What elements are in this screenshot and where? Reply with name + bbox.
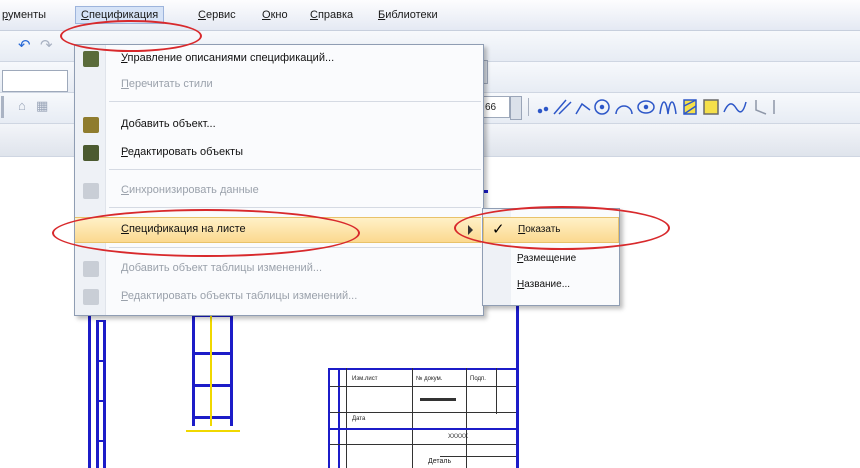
hatch-icon [683, 99, 697, 115]
menu-item-reread-styles: Перечитать стили [121, 78, 213, 90]
menu-window[interactable]: Окно [262, 9, 288, 21]
stamp-cell: Деталь [428, 458, 452, 465]
add-object-icon [83, 117, 99, 133]
arc-icon [615, 105, 633, 115]
snap-icon[interactable]: ⌂ [18, 98, 26, 113]
style-combo[interactable] [2, 70, 68, 92]
menu-item-sync-data: Синхронизировать данные [75, 179, 481, 203]
submenu-item-show[interactable]: ✓ Показать [483, 217, 619, 243]
grid-icon[interactable]: ▦ [36, 98, 48, 114]
circle-icon [594, 99, 610, 115]
stamp-cell: Дата [352, 416, 366, 422]
menu-item-add-object[interactable]: Добавить объект... [75, 113, 481, 137]
drawing-tools [537, 99, 775, 115]
menu-item-spec-on-sheet[interactable]: Спецификация на листе [75, 217, 481, 243]
zoom-value: 66 [485, 102, 497, 113]
stamp-cell: ХХХХХ [448, 434, 469, 440]
line-icon [553, 99, 572, 115]
menu-separator [109, 207, 481, 208]
ellipse-icon [637, 100, 655, 114]
menu-item-edit-change-table-objects: Редактировать объекты таблицы изменений.… [75, 285, 481, 309]
polyline-icon [575, 102, 591, 115]
toolbar-grip [1, 96, 4, 118]
menu-separator [109, 101, 481, 102]
specification-menu: Управление описаниями спецификаций... Пе… [74, 44, 484, 316]
menu-libraries[interactable]: Библиотеки [378, 9, 438, 21]
submenu-item-placement[interactable]: Размещение [483, 247, 617, 271]
redo-icon[interactable]: ↷ [40, 38, 56, 54]
stamp-cell: Подп. [470, 376, 486, 382]
spline-icon [659, 101, 677, 115]
menu-service[interactable]: Сервис [198, 9, 236, 21]
menu-specification[interactable]: Спецификация [75, 6, 165, 24]
stamp-cell: Изм.лист [352, 376, 378, 382]
sync-data-icon [83, 183, 99, 199]
undo-icon[interactable]: ↶ [18, 38, 34, 54]
menu-item-edit-objects[interactable]: Редактировать объекты [75, 141, 481, 165]
menu-help[interactable]: Справка [310, 9, 353, 21]
submenu-item-name[interactable]: Название... [483, 273, 617, 297]
menu-item-manage-descriptions[interactable]: Управление описаниями спецификаций... [75, 47, 481, 71]
bezier-icon [723, 101, 747, 113]
zoom-dropdown-arrow[interactable] [510, 96, 522, 120]
add-change-table-icon [83, 261, 99, 277]
edit-change-table-icon [83, 289, 99, 305]
toolbar-separator [528, 98, 529, 116]
stamp-cell: № докум. [416, 376, 443, 382]
menu-bar: рументы Спецификация Сервис Окно Справка… [0, 0, 860, 31]
point-icon [537, 106, 549, 114]
fillet-icon [703, 99, 719, 115]
menu-separator [109, 169, 481, 170]
edit-objects-icon [83, 145, 99, 161]
menu-item-add-change-table-object: Добавить объект таблицы изменений... [75, 257, 481, 281]
checkmark-icon: ✓ [492, 221, 505, 238]
spec-on-sheet-submenu: ✓ Показать Размещение Название... [482, 208, 620, 306]
menu-tools[interactable]: рументы [2, 9, 46, 21]
menu-separator [109, 247, 481, 248]
submenu-arrow-icon [468, 225, 473, 235]
chamfer-icon [755, 100, 767, 115]
spec-manager-icon [83, 51, 99, 67]
